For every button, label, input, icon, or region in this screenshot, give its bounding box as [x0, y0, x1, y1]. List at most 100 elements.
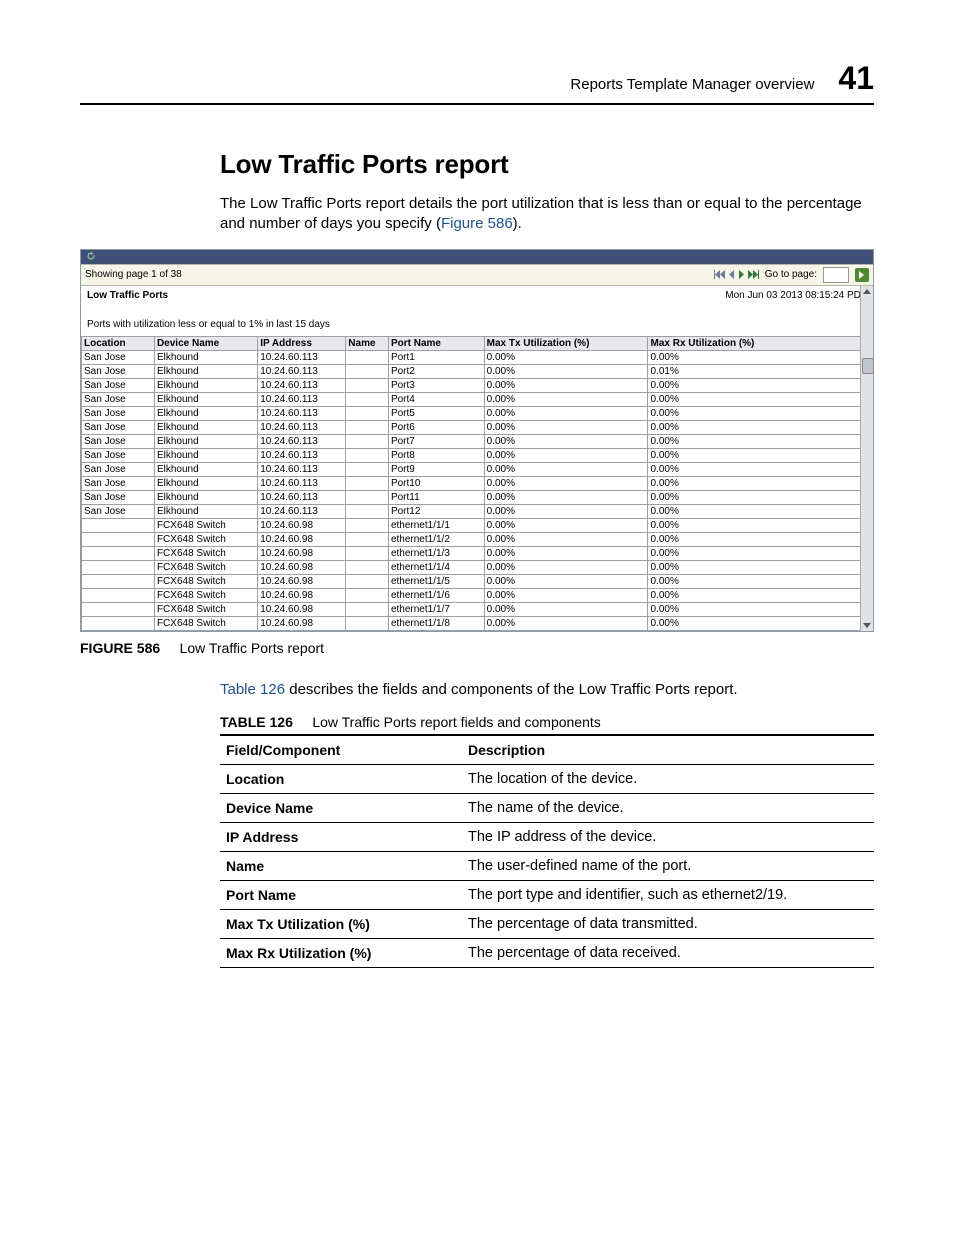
scroll-thumb[interactable]	[862, 358, 874, 374]
table-row[interactable]: San JoseElkhound10.24.60.113Port120.00%0…	[82, 504, 873, 518]
goto-page-input[interactable]	[823, 267, 849, 283]
table-cell: 10.24.60.98	[258, 546, 346, 560]
scrollbar[interactable]	[860, 286, 873, 631]
table-cell: 10.24.60.113	[258, 476, 346, 490]
col-header[interactable]: Name	[346, 336, 389, 350]
table-cell: 0.00%	[484, 518, 648, 532]
table-cell: 10.24.60.98	[258, 574, 346, 588]
table-cell: ethernet1/1/2	[388, 532, 484, 546]
report-filter-text: Ports with utilization less or equal to …	[81, 301, 873, 336]
table-cell: 0.00%	[484, 434, 648, 448]
table-row[interactable]: San JoseElkhound10.24.60.113Port110.00%0…	[82, 490, 873, 504]
field-name: Location	[220, 764, 462, 793]
scroll-up-icon[interactable]	[863, 289, 871, 294]
intro-line2a: and number of days you specify (	[220, 215, 441, 232]
table-cell: 0.00%	[648, 518, 873, 532]
table-cell: ethernet1/1/4	[388, 560, 484, 574]
figure-link[interactable]: Figure 586	[441, 215, 513, 232]
table-row[interactable]: FCX648 Switch10.24.60.98ethernet1/1/10.0…	[82, 518, 873, 532]
table-row[interactable]: San JoseElkhound10.24.60.113Port10.00%0.…	[82, 350, 873, 364]
table-link[interactable]: Table 126	[220, 681, 285, 698]
table-cell: FCX648 Switch	[154, 518, 257, 532]
table-cell: San Jose	[82, 364, 155, 378]
table-row[interactable]: San JoseElkhound10.24.60.113Port100.00%0…	[82, 476, 873, 490]
table-cell: San Jose	[82, 420, 155, 434]
next-page-icon[interactable]	[738, 269, 745, 280]
table-cell: Elkhound	[154, 364, 257, 378]
col-header[interactable]: Device Name	[154, 336, 257, 350]
table-row[interactable]: San JoseElkhound10.24.60.113Port90.00%0.…	[82, 462, 873, 476]
table-cell: ethernet1/1/7	[388, 602, 484, 616]
table-cell: 0.00%	[648, 574, 873, 588]
field-desc: The name of the device.	[462, 793, 874, 822]
table-cell: 10.24.60.113	[258, 462, 346, 476]
table-cell: 10.24.60.113	[258, 448, 346, 462]
table-cell: 10.24.60.98	[258, 616, 346, 630]
col-header[interactable]: Max Rx Utilization (%)	[648, 336, 873, 350]
table-cell: San Jose	[82, 504, 155, 518]
table-row[interactable]: FCX648 Switch10.24.60.98ethernet1/1/30.0…	[82, 546, 873, 560]
first-page-icon[interactable]	[714, 269, 725, 280]
field-desc: The port type and identifier, such as et…	[462, 880, 874, 909]
col-header[interactable]: IP Address	[258, 336, 346, 350]
table-row[interactable]: FCX648 Switch10.24.60.98ethernet1/1/80.0…	[82, 616, 873, 630]
table-row[interactable]: San JoseElkhound10.24.60.113Port20.00%0.…	[82, 364, 873, 378]
table-xref: Table 126 describes the fields and compo…	[220, 680, 874, 700]
table-row[interactable]: San JoseElkhound10.24.60.113Port60.00%0.…	[82, 420, 873, 434]
col-header[interactable]: Port Name	[388, 336, 484, 350]
chapter-number: 41	[838, 60, 874, 97]
field-name: Max Tx Utilization (%)	[220, 909, 462, 938]
table-cell: FCX648 Switch	[154, 546, 257, 560]
table-row[interactable]: San JoseElkhound10.24.60.113Port30.00%0.…	[82, 378, 873, 392]
table-row[interactable]: FCX648 Switch10.24.60.98ethernet1/1/40.0…	[82, 560, 873, 574]
go-button[interactable]	[855, 268, 869, 282]
scroll-down-icon[interactable]	[863, 623, 871, 628]
table-cell: 0.00%	[648, 588, 873, 602]
table-cell	[346, 518, 389, 532]
table-row[interactable]: FCX648 Switch10.24.60.98ethernet1/1/70.0…	[82, 602, 873, 616]
table-cell	[346, 560, 389, 574]
table-cell: 10.24.60.98	[258, 532, 346, 546]
last-page-icon[interactable]	[748, 269, 759, 280]
table-cell: San Jose	[82, 434, 155, 448]
table-cell	[346, 588, 389, 602]
table-cell: 10.24.60.113	[258, 504, 346, 518]
table-row[interactable]: FCX648 Switch10.24.60.98ethernet1/1/60.0…	[82, 588, 873, 602]
table-cell: 0.00%	[648, 462, 873, 476]
report-title: Low Traffic Ports	[87, 290, 168, 301]
intro-paragraph: The Low Traffic Ports report details the…	[220, 194, 874, 235]
fields-row: IP AddressThe IP address of the device.	[220, 822, 874, 851]
table-row[interactable]: San JoseElkhound10.24.60.113Port80.00%0.…	[82, 448, 873, 462]
table-cell: 10.24.60.98	[258, 518, 346, 532]
table-cell	[346, 434, 389, 448]
table-cell: Elkhound	[154, 350, 257, 364]
table-row[interactable]: San JoseElkhound10.24.60.113Port50.00%0.…	[82, 406, 873, 420]
col-header[interactable]: Location	[82, 336, 155, 350]
table-cell: 0.00%	[484, 546, 648, 560]
figure-label: FIGURE 586	[80, 640, 160, 656]
table-cell	[346, 490, 389, 504]
table-cell: FCX648 Switch	[154, 532, 257, 546]
prev-page-icon[interactable]	[728, 269, 735, 280]
col-header[interactable]: Max Tx Utilization (%)	[484, 336, 648, 350]
page-indicator: Showing page 1 of 38	[85, 269, 182, 280]
refresh-icon[interactable]	[87, 252, 95, 262]
table-cell: 0.00%	[484, 504, 648, 518]
table-cell: 10.24.60.98	[258, 588, 346, 602]
field-name: Port Name	[220, 880, 462, 909]
section-heading: Low Traffic Ports report	[220, 149, 874, 180]
table-row[interactable]: FCX648 Switch10.24.60.98ethernet1/1/20.0…	[82, 532, 873, 546]
table-cell: 10.24.60.113	[258, 406, 346, 420]
page-header: Reports Template Manager overview 41	[80, 60, 874, 105]
table-row[interactable]: San JoseElkhound10.24.60.113Port40.00%0.…	[82, 392, 873, 406]
field-name: Name	[220, 851, 462, 880]
table-cell: 0.00%	[648, 560, 873, 574]
table-cell: Port4	[388, 392, 484, 406]
table-cell: San Jose	[82, 448, 155, 462]
table-row[interactable]: San JoseElkhound10.24.60.113Port70.00%0.…	[82, 434, 873, 448]
table-row[interactable]: FCX648 Switch10.24.60.98ethernet1/1/50.0…	[82, 574, 873, 588]
table-cell: Elkhound	[154, 504, 257, 518]
field-desc: The IP address of the device.	[462, 822, 874, 851]
table-cell	[346, 364, 389, 378]
field-name: IP Address	[220, 822, 462, 851]
